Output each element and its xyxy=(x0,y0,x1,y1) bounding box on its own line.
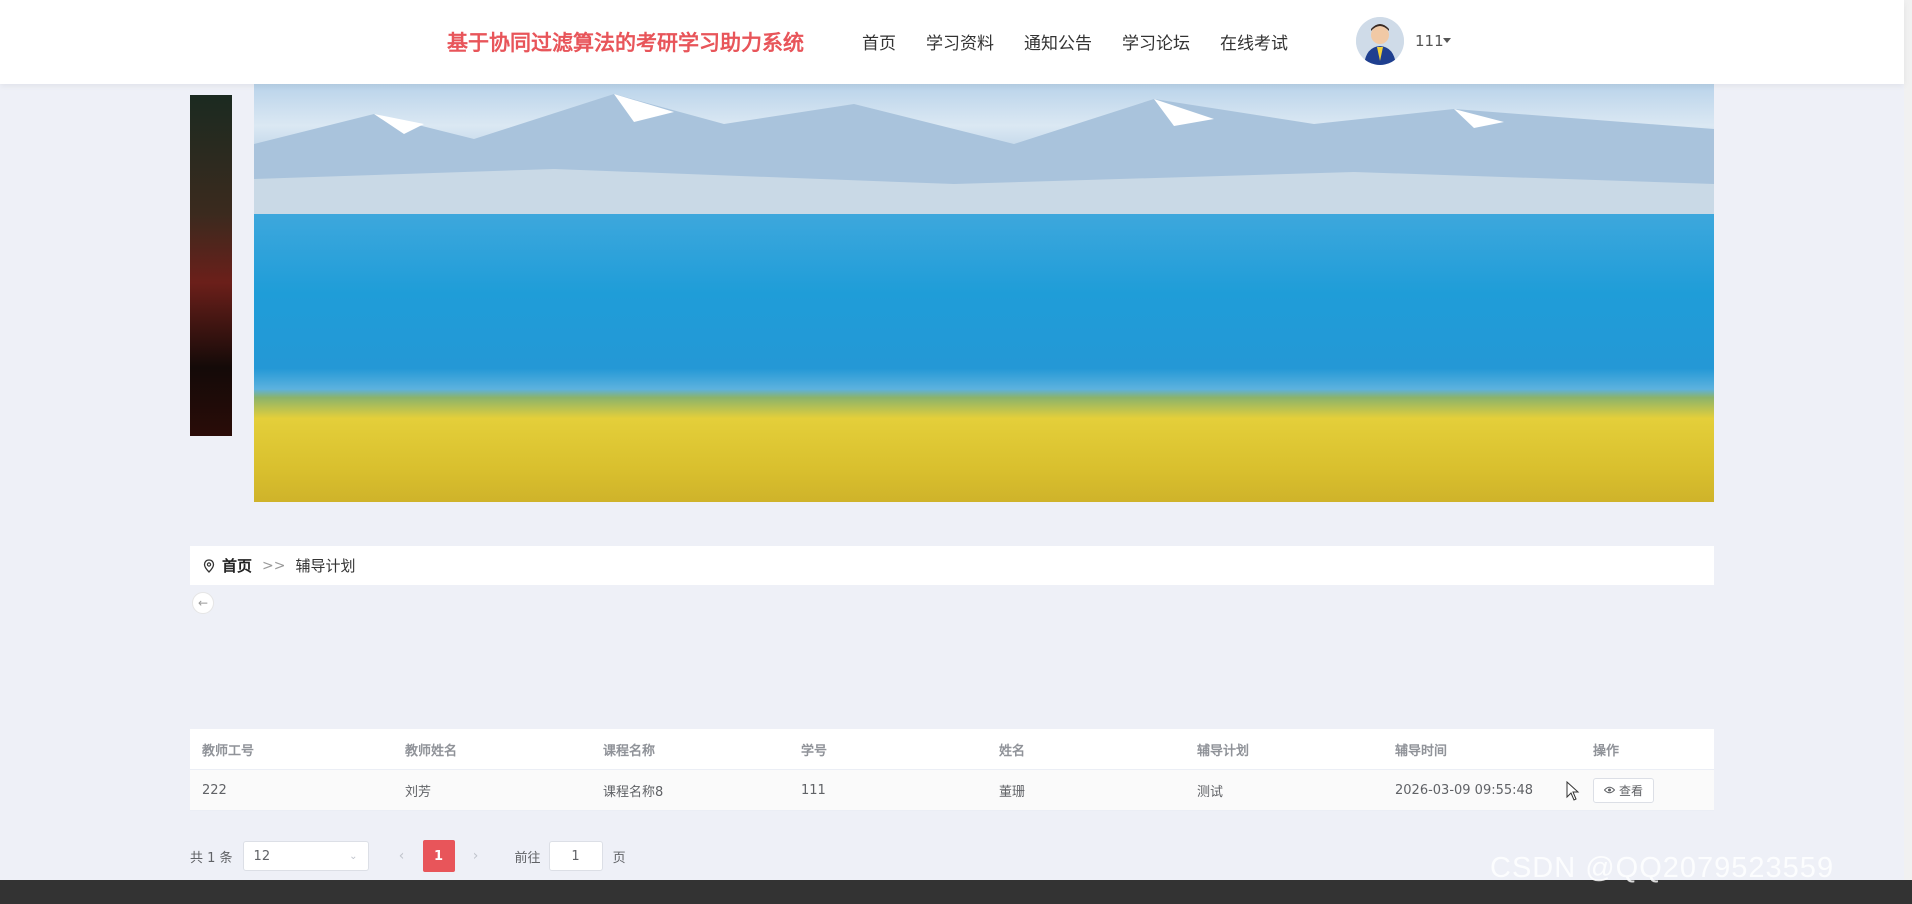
location-pin-icon xyxy=(203,558,215,573)
back-button[interactable]: ← xyxy=(192,592,214,614)
next-page-button[interactable]: › xyxy=(461,841,491,871)
column-header: 教师工号 xyxy=(202,743,255,759)
goto-label: 前往 xyxy=(514,850,541,866)
avatar[interactable] xyxy=(1356,17,1404,65)
column-header: 课程名称 xyxy=(603,743,656,759)
site-title: 基于协同过滤算法的考研学习助力系统 xyxy=(447,31,804,55)
main-nav: 首页 学习资料 通知公告 学习论坛 在线考试 xyxy=(862,29,1288,54)
user-name[interactable]: 111 xyxy=(1415,32,1444,50)
view-button[interactable]: 查看 xyxy=(1593,777,1655,803)
total-count: 共 1 条 xyxy=(190,850,233,866)
cell-student-name: 董珊 xyxy=(999,784,1026,800)
banner-carousel[interactable] xyxy=(254,84,1714,502)
scrollbar[interactable] xyxy=(1904,0,1912,880)
cell-actions: 查看 xyxy=(1581,777,1714,803)
table-header: 教师工号 教师姓名 课程名称 学号 姓名 辅导计划 辅导时间 操作 xyxy=(190,729,1714,770)
carousel-prev-slide[interactable] xyxy=(190,95,232,436)
column-header: 辅导计划 xyxy=(1197,743,1250,759)
table-row: 222 刘芳 课程名称8 111 董珊 测试 2026-03-09 09:55:… xyxy=(190,770,1714,811)
eye-icon xyxy=(1604,786,1615,794)
watermark: CSDN @QQ2079523559 xyxy=(1490,852,1835,884)
page-size-value: 12 xyxy=(253,848,271,864)
top-header: 基于协同过滤算法的考研学习助力系统 首页 学习资料 通知公告 学习论坛 在线考试… xyxy=(0,0,1904,84)
column-header: 教师姓名 xyxy=(405,743,458,759)
tutoring-plan-table: 教师工号 教师姓名 课程名称 学号 姓名 辅导计划 辅导时间 操作 222 刘芳… xyxy=(190,729,1714,811)
page-size-select[interactable]: 12 ⌄ xyxy=(242,841,369,871)
goto-page-input[interactable] xyxy=(548,841,603,871)
cell-teacher-id: 222 xyxy=(202,782,227,798)
chevron-down-icon: ⌄ xyxy=(349,850,358,862)
nav-item-notices[interactable]: 通知公告 xyxy=(1024,29,1092,54)
page-number-current[interactable]: 1 xyxy=(422,840,455,872)
column-header: 辅导时间 xyxy=(1395,743,1448,759)
cell-student-id: 111 xyxy=(801,782,826,798)
cell-teacher-name: 刘芳 xyxy=(405,784,432,800)
cell-plan: 测试 xyxy=(1197,784,1224,800)
nav-item-home[interactable]: 首页 xyxy=(862,29,896,54)
view-label: 查看 xyxy=(1619,783,1644,798)
breadcrumb-home[interactable]: 首页 xyxy=(222,555,252,576)
cell-course-name: 课程名称8 xyxy=(603,784,664,800)
arrow-left-icon: ← xyxy=(197,596,209,610)
mouse-cursor-icon xyxy=(1566,781,1580,801)
breadcrumb-current: 辅导计划 xyxy=(295,557,356,575)
nav-item-forum[interactable]: 学习论坛 xyxy=(1122,29,1190,54)
column-header: 姓名 xyxy=(999,743,1026,759)
pagination: 共 1 条 12 ⌄ ‹ 1 › 前往 页 xyxy=(190,840,626,872)
nav-item-materials[interactable]: 学习资料 xyxy=(926,29,994,54)
cell-time: 2026-03-09 09:55:48 xyxy=(1395,782,1534,798)
prev-page-button[interactable]: ‹ xyxy=(387,841,417,871)
banner-mountains xyxy=(254,94,1714,214)
goto-suffix: 页 xyxy=(612,850,626,866)
column-header: 学号 xyxy=(801,743,828,759)
nav-item-exam[interactable]: 在线考试 xyxy=(1220,29,1288,54)
breadcrumb-separator: >> xyxy=(262,557,286,574)
breadcrumb: 首页 >> 辅导计划 xyxy=(190,546,1714,585)
column-header: 操作 xyxy=(1593,743,1620,759)
chevron-down-icon[interactable] xyxy=(1443,38,1451,43)
